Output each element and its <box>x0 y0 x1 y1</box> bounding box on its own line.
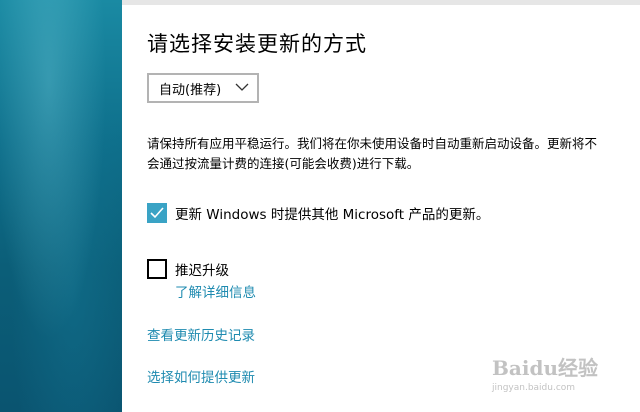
defer-upgrades-checkbox[interactable] <box>147 259 167 279</box>
page-title: 请选择安装更新的方式 <box>147 32 367 56</box>
view-update-history-link[interactable]: 查看更新历史记录 <box>147 324 255 344</box>
other-products-label: 更新 Windows 时提供其他 Microsoft 产品的更新。 <box>175 207 490 223</box>
other-products-option[interactable]: 更新 Windows 时提供其他 Microsoft 产品的更新。 <box>147 203 489 223</box>
chevron-down-icon <box>235 83 249 91</box>
other-products-checkbox[interactable] <box>147 203 167 223</box>
choose-delivery-link[interactable]: 选择如何提供更新 <box>147 366 255 386</box>
checkmark-icon <box>150 207 164 219</box>
desktop-background <box>0 0 122 412</box>
learn-more-link[interactable]: 了解详细信息 <box>175 281 256 301</box>
dropdown-selected-value: 自动(推荐) <box>159 82 222 98</box>
defer-upgrades-label: 推迟升级 <box>175 263 229 279</box>
update-description: 请保持所有应用平稳运行。我们将在你未使用设备时自动重新启动设备。更新将不会通过按… <box>147 136 598 171</box>
update-mode-dropdown[interactable]: 自动(推荐) <box>147 73 259 103</box>
defer-upgrades-option[interactable]: 推迟升级 <box>147 259 229 279</box>
